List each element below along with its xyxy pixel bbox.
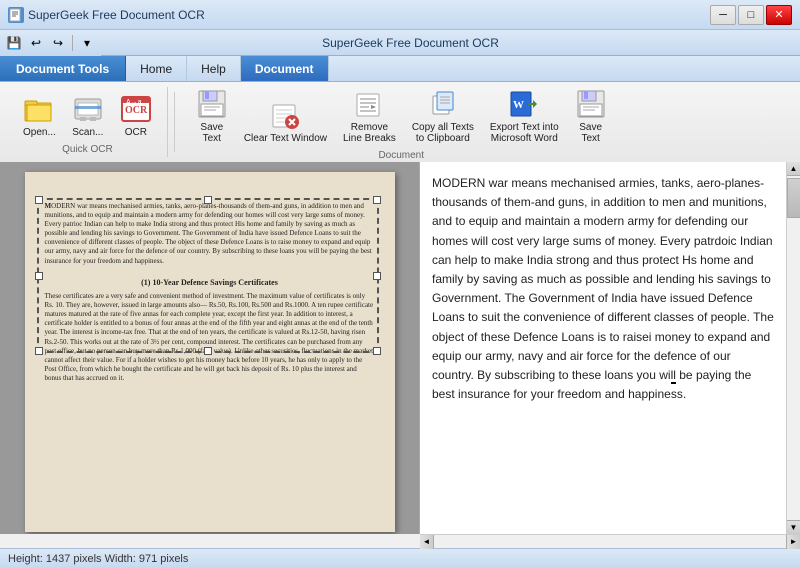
text-ops-label: Document (378, 150, 424, 161)
title-bar-left: SuperGeek Free Document OCR (8, 7, 205, 23)
tab-help[interactable]: Help (187, 56, 241, 81)
ocr-button[interactable]: OCR A→a OCR (113, 89, 159, 142)
svg-text:OCR: OCR (125, 105, 148, 116)
quick-ocr-buttons: Open... Scan... (16, 89, 159, 142)
tab-home[interactable]: Home (126, 56, 187, 81)
ribbon-group-quick-ocr: Open... Scan... (8, 87, 168, 157)
qa-redo-button[interactable]: ↪ (48, 33, 68, 53)
save-text2-button[interactable]: SaveText (568, 84, 614, 148)
tab-document[interactable]: Document (241, 56, 329, 81)
handle-ml[interactable] (35, 272, 43, 280)
ribbon-separator-1 (174, 92, 175, 152)
text-op-buttons: SaveText Clear Text Window (189, 84, 614, 148)
copy-all-icon (427, 88, 459, 120)
main-content: MODERN war means mechanised armies, tank… (0, 162, 800, 534)
scroll-right-button[interactable]: ► (786, 535, 800, 549)
ocr-icon: OCR A→a (120, 93, 152, 125)
quick-access-toolbar: 💾 ↩ ↪ ▾ (0, 30, 101, 56)
left-panel[interactable]: MODERN war means mechanised armies, tank… (0, 162, 420, 534)
ribbon-group-text-ops: SaveText Clear Text Window (181, 82, 622, 163)
remove-breaks-button[interactable]: RemoveLine Breaks (336, 84, 403, 148)
doc-image-area: MODERN war means mechanised armies, tank… (0, 162, 419, 534)
qa-more-button[interactable]: ▾ (77, 33, 97, 53)
svg-text:W: W (513, 99, 524, 111)
export-word-label: Export Text intoMicrosoft Word (490, 122, 559, 144)
scroll-up-button[interactable]: ▲ (787, 162, 800, 176)
bottom-scrollbar[interactable]: ◄ ► (420, 534, 800, 548)
scroll-down-button[interactable]: ▼ (787, 520, 800, 534)
clear-text-icon (269, 99, 301, 131)
export-word-icon: W (508, 88, 540, 120)
svg-text:A→a: A→a (126, 99, 142, 106)
save-text-button[interactable]: SaveText (189, 84, 235, 148)
open-button[interactable]: Open... (16, 89, 63, 142)
doc-heading: (1) 10-Year Defence Savings Certificates (45, 278, 375, 288)
qa-separator (72, 35, 73, 51)
window-title: SuperGeek Free Document OCR (28, 8, 205, 22)
scan-icon (72, 93, 104, 125)
scan-button[interactable]: Scan... (65, 89, 111, 142)
quick-ocr-label: Quick OCR (62, 144, 113, 155)
right-scrollbar[interactable]: ▲ ▼ (786, 162, 800, 534)
window-title-center: SuperGeek Free Document OCR (322, 36, 499, 50)
scan-label: Scan... (72, 127, 103, 138)
clear-text-button[interactable]: Clear Text Window (237, 95, 334, 148)
handle-bl[interactable] (35, 347, 43, 355)
open-icon (23, 93, 55, 125)
scroll-left-button[interactable]: ◄ (420, 535, 434, 549)
minimize-button[interactable]: ─ (710, 5, 736, 25)
remove-breaks-icon (353, 88, 385, 120)
app-icon (8, 7, 24, 23)
doc-text-content: MODERN war means mechanised armies, tank… (45, 192, 375, 383)
clear-text-label: Clear Text Window (244, 133, 327, 144)
close-button[interactable]: ✕ (766, 5, 792, 25)
right-panel[interactable]: MODERN war means mechanised armies, tank… (420, 162, 786, 534)
ribbon-document-tools-header: Document Tools (0, 56, 126, 81)
ribbon-content: Open... Scan... (0, 82, 800, 162)
copy-all-button[interactable]: Copy all Textsto Clipboard (405, 84, 481, 148)
doc-page: MODERN war means mechanised armies, tank… (25, 172, 395, 532)
ocr-label: OCR (125, 127, 147, 138)
export-word-button[interactable]: W Export Text intoMicrosoft Word (483, 84, 566, 148)
open-label: Open... (23, 127, 56, 138)
save-text2-label: SaveText (579, 122, 602, 144)
status-bar: Height: 1437 pixels Width: 971 pixels (0, 548, 800, 568)
status-text: Height: 1437 pixels Width: 971 pixels (8, 553, 188, 565)
remove-breaks-label: RemoveLine Breaks (343, 122, 396, 144)
title-bar: SuperGeek Free Document OCR ─ □ ✕ (0, 0, 800, 30)
save-text-label: SaveText (200, 122, 223, 144)
save-text2-icon (575, 88, 607, 120)
qa-undo-button[interactable]: ↩ (26, 33, 46, 53)
handle-tl[interactable] (35, 196, 43, 204)
save-text-icon (196, 88, 228, 120)
ocr-text: MODERN war means mechanised armies, tank… (432, 174, 774, 404)
scroll-thumb[interactable] (787, 178, 800, 218)
copy-all-label: Copy all Textsto Clipboard (412, 122, 474, 144)
qa-save-button[interactable]: 💾 (4, 33, 24, 53)
maximize-button[interactable]: □ (738, 5, 764, 25)
window-controls: ─ □ ✕ (710, 5, 792, 25)
scroll-track (787, 176, 800, 520)
